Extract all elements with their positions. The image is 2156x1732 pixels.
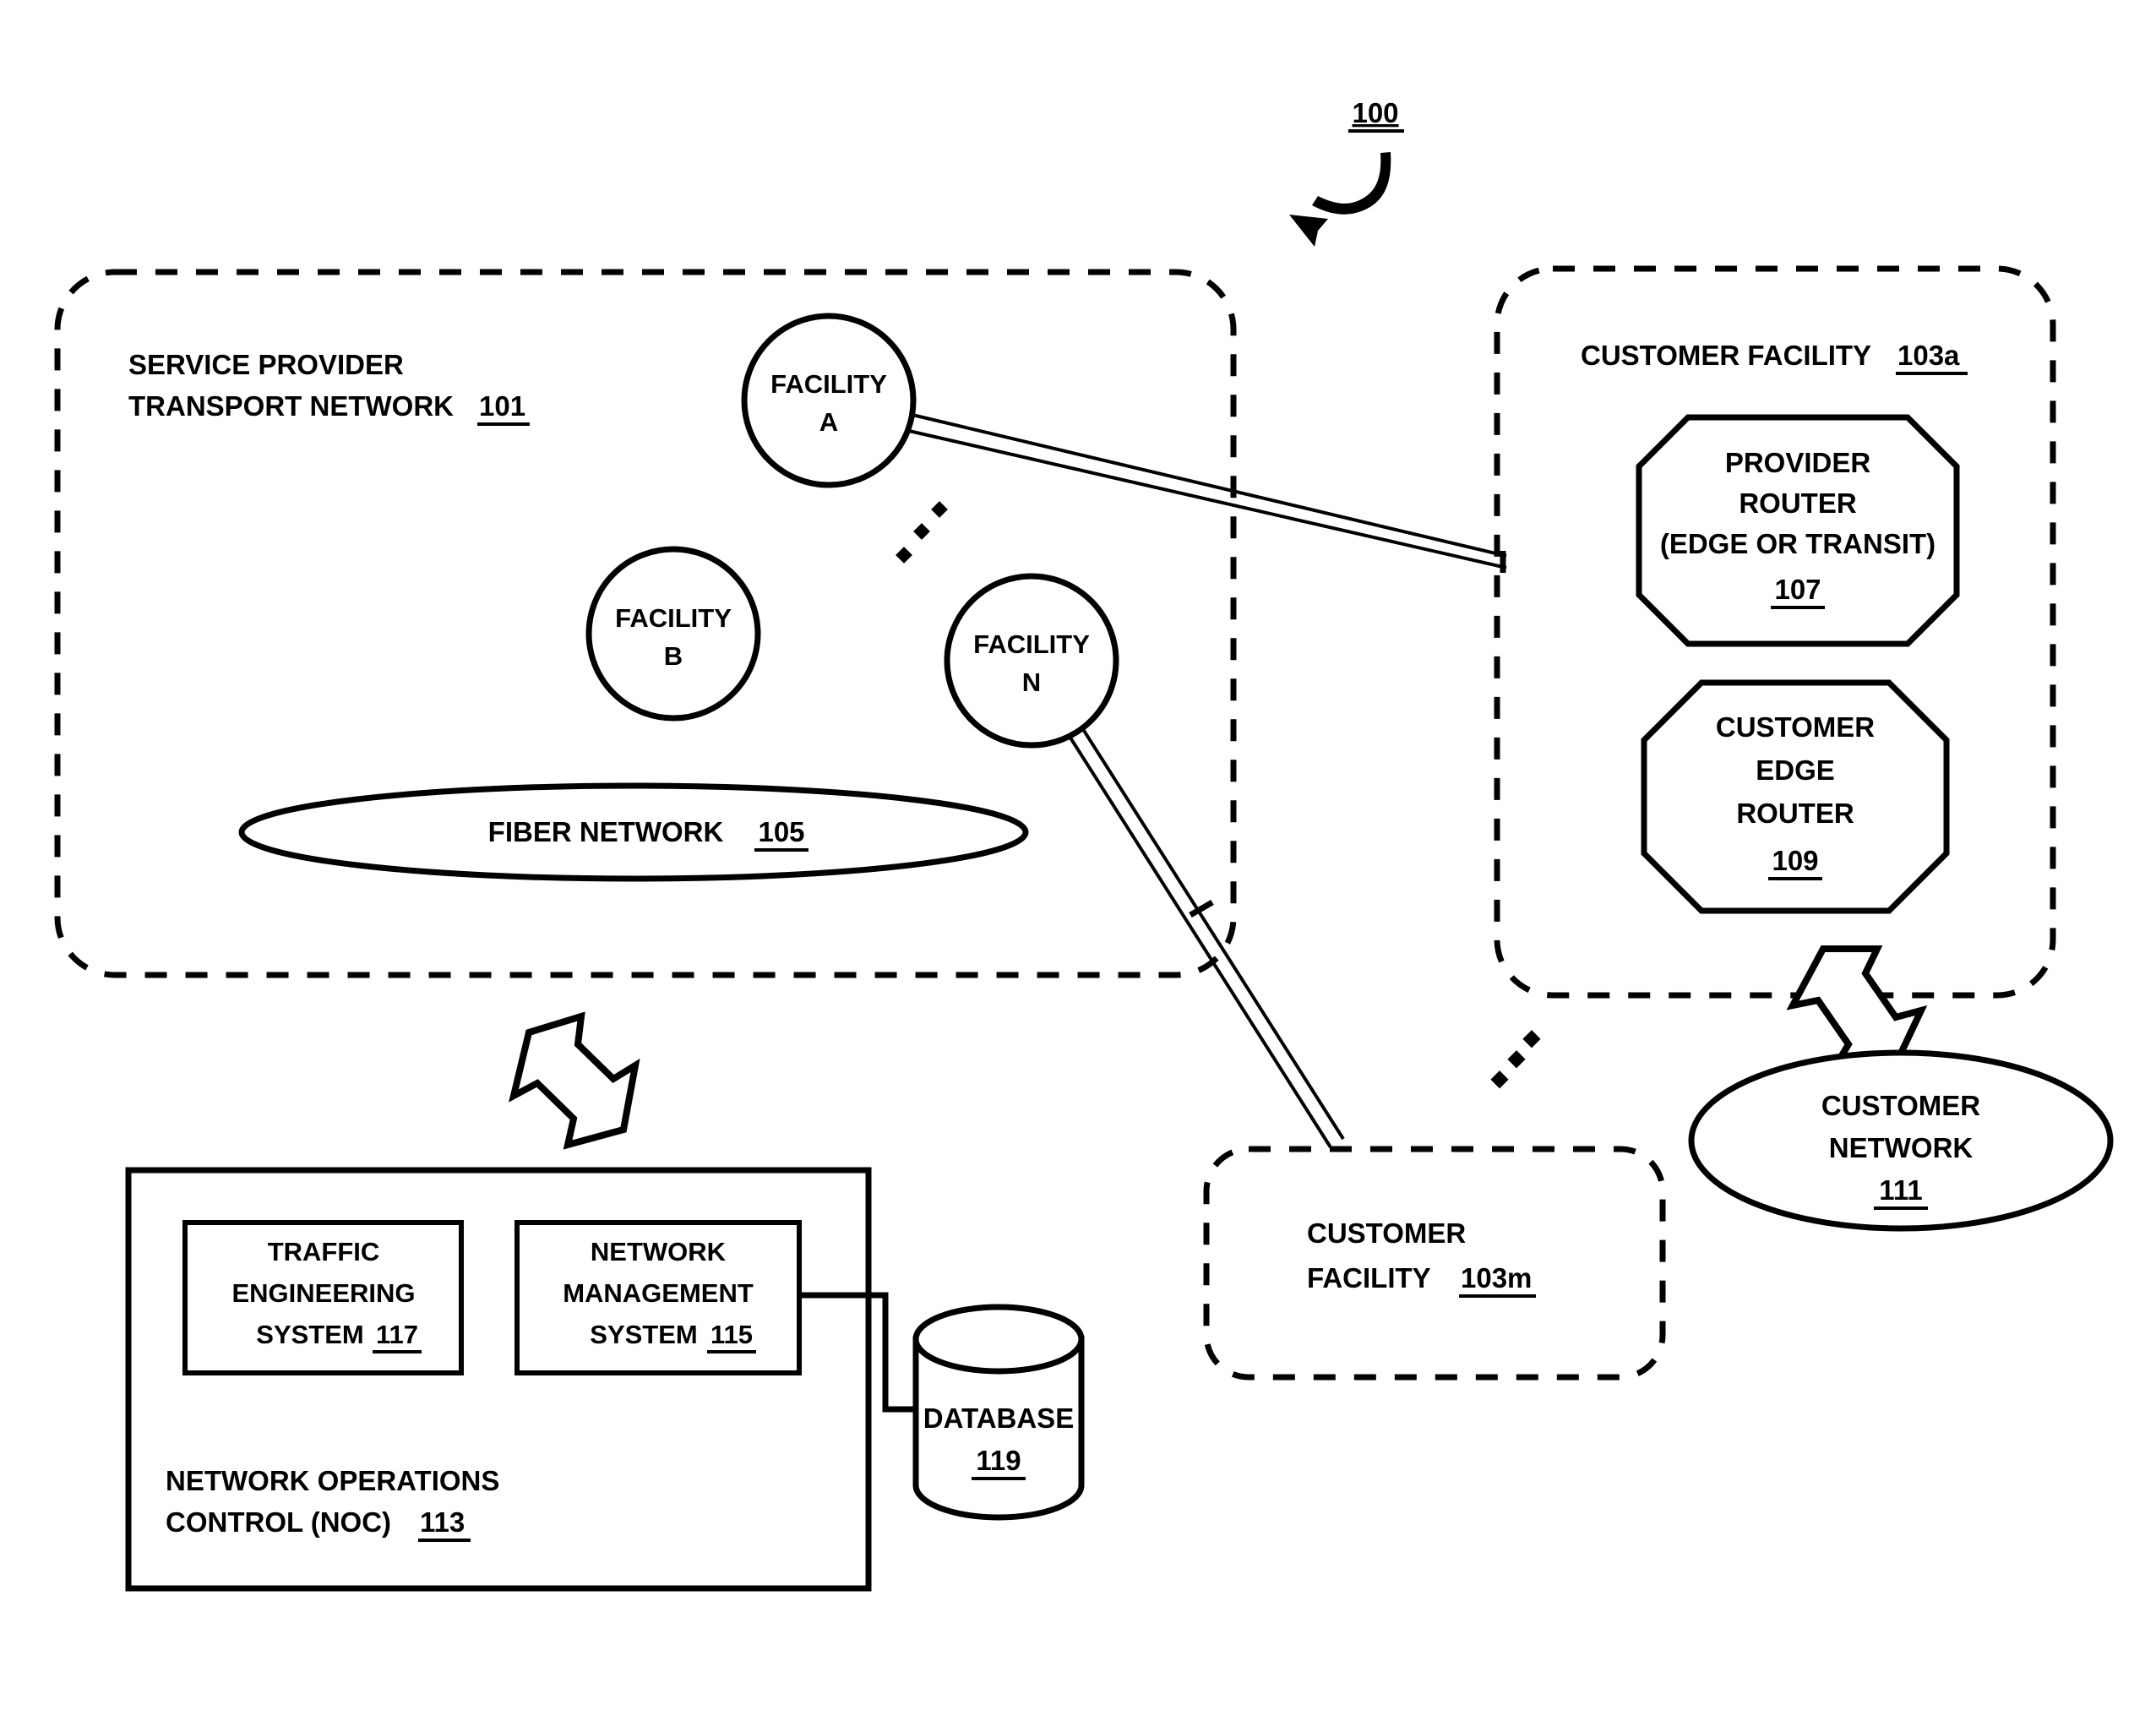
- network-management-line1: NETWORK: [591, 1237, 727, 1266]
- region-customer-facility-m: [1203, 1146, 1666, 1381]
- facility-b-label: FACILITY: [615, 603, 732, 633]
- link-facility-a-to-customer-facility-a: [897, 410, 1507, 573]
- patent-figure-100: 100 FACILITY A FACILITY B FACILITY N FIB…: [0, 0, 2156, 1732]
- transport-network-line1: SERVICE PROVIDER: [128, 349, 404, 380]
- node-facility-a[interactable]: FACILITY A: [741, 313, 917, 488]
- customer-facility-m-ref: 103m: [1461, 1262, 1532, 1294]
- ellipsis-facilities-icon: [896, 501, 948, 564]
- customer-edge-router-line1: CUSTOMER: [1716, 711, 1875, 743]
- curved-arrow-head-icon: [1289, 215, 1328, 247]
- node-facility-b[interactable]: FACILITY B: [585, 546, 761, 722]
- noc-line1: NETWORK OPERATIONS: [166, 1465, 499, 1496]
- traffic-engineering-ref: 117: [376, 1320, 418, 1349]
- database-ref: 119: [976, 1445, 1021, 1476]
- node-fiber-network[interactable]: FIBER NETWORK 105: [238, 782, 1029, 882]
- ellipsis-customer-facilities-icon: [1490, 1030, 1541, 1089]
- facility-a-id: A: [819, 407, 838, 437]
- customer-network-ref: 111: [1879, 1174, 1922, 1206]
- link-transport-network-to-noc: [509, 1011, 640, 1150]
- figure-canvas: 100 FACILITY A FACILITY B FACILITY N FIB…: [54, 97, 2114, 1592]
- node-database[interactable]: DATABASE 119: [912, 1304, 1085, 1521]
- node-customer-network[interactable]: CUSTOMER NETWORK 111: [1688, 1049, 2114, 1232]
- traffic-engineering-line2: ENGINEERING: [231, 1278, 415, 1308]
- traffic-engineering-line3: SYSTEM: [256, 1320, 363, 1349]
- customer-facility-m-line2: FACILITY: [1307, 1262, 1431, 1294]
- fiber-network-ref: 105: [758, 816, 804, 847]
- figure-number-group: 100: [1289, 97, 1404, 247]
- transport-network-line2: TRANSPORT NETWORK: [128, 390, 454, 422]
- curved-arrow-icon: [1312, 152, 1391, 215]
- network-management-line2: MANAGEMENT: [563, 1278, 754, 1308]
- facility-n-label: FACILITY: [973, 629, 1090, 659]
- provider-router-line2: ROUTER: [1739, 487, 1857, 519]
- figure-number: 100: [1352, 97, 1398, 128]
- provider-router-ref: 107: [1774, 574, 1821, 605]
- node-customer-edge-router[interactable]: CUSTOMER EDGE ROUTER 109: [1641, 679, 1950, 914]
- provider-router-line3: (EDGE OR TRANSIT): [1660, 528, 1936, 559]
- customer-facility-a-label: CUSTOMER FACILITY: [1581, 340, 1871, 371]
- customer-edge-router-line2: EDGE: [1756, 754, 1835, 786]
- customer-facility-m-title: CUSTOMER FACILITY 103m: [1307, 1217, 1536, 1298]
- noc-line2: CONTROL (NOC): [166, 1506, 391, 1538]
- customer-facility-a-ref: 103a: [1897, 340, 1960, 371]
- node-provider-router[interactable]: PROVIDER ROUTER (EDGE OR TRANSIT) 107: [1636, 414, 1960, 647]
- fiber-network-label: FIBER NETWORK: [488, 816, 724, 847]
- node-network-management-system[interactable]: NETWORK MANAGEMENT SYSTEM 115: [514, 1220, 802, 1375]
- customer-edge-router-ref: 109: [1772, 845, 1818, 876]
- network-management-ref: 115: [710, 1320, 753, 1349]
- customer-facility-a-title: CUSTOMER FACILITY 103a: [1581, 340, 1968, 375]
- facility-a-label: FACILITY: [770, 369, 887, 399]
- node-traffic-engineering-system[interactable]: TRAFFIC ENGINEERING SYSTEM 117: [182, 1220, 464, 1375]
- facility-n-id: N: [1022, 667, 1041, 697]
- customer-edge-router-line3: ROUTER: [1736, 798, 1854, 829]
- customer-network-line2: NETWORK: [1829, 1132, 1974, 1163]
- link-facility-n-to-customer-facility-m: [1055, 706, 1345, 1149]
- transport-network-ref: 101: [479, 390, 525, 422]
- node-facility-n[interactable]: FACILITY N: [944, 573, 1119, 749]
- provider-router-line1: PROVIDER: [1725, 447, 1871, 478]
- noc-ref: 113: [420, 1506, 465, 1538]
- facility-b-id: B: [664, 641, 683, 671]
- customer-network-line1: CUSTOMER: [1821, 1090, 1980, 1121]
- transport-network-title: SERVICE PROVIDER TRANSPORT NETWORK 101: [128, 349, 530, 426]
- network-management-line3: SYSTEM: [590, 1320, 697, 1349]
- database-label: DATABASE: [923, 1402, 1074, 1434]
- traffic-engineering-line1: TRAFFIC: [268, 1237, 380, 1266]
- customer-facility-m-line1: CUSTOMER: [1307, 1217, 1466, 1249]
